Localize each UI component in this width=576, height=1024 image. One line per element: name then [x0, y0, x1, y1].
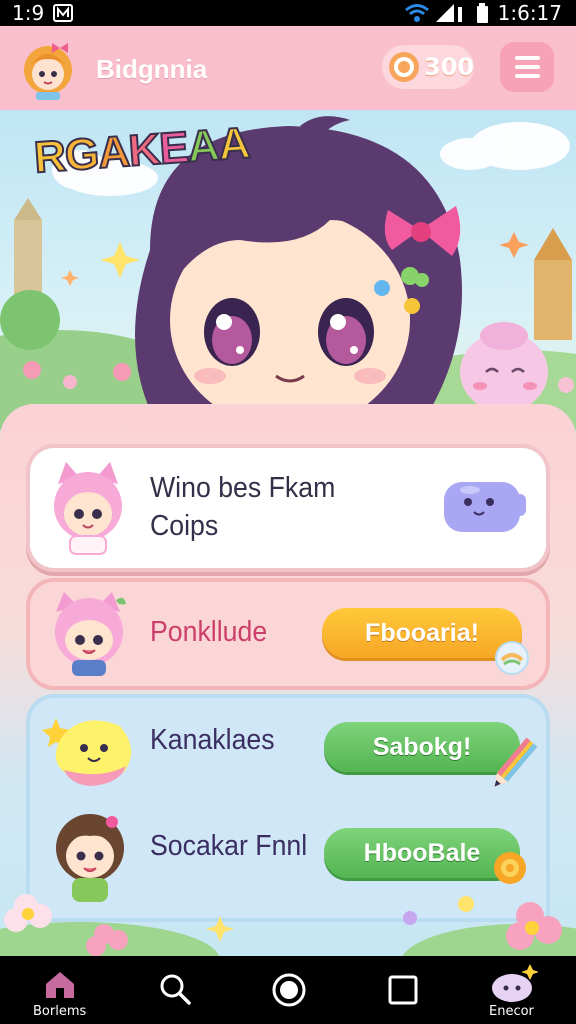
fbooaria-button[interactable]: Fbooaria! [322, 608, 522, 658]
hamburger-icon [515, 56, 540, 60]
card-intro-title: Wino bes Fkam [150, 472, 336, 504]
square-recents-icon [388, 975, 418, 1005]
list-item-kanaklaes[interactable]: Kanaklaes Sabokg! [30, 698, 546, 802]
status-clock: 1:6:17 [497, 1, 562, 25]
list-item-kanaklaes-title: Kanaklaes [150, 724, 275, 756]
hero-banner: RGAKEAA [0, 110, 576, 430]
avatar[interactable] [16, 36, 80, 100]
card-ponkllude-title: Ponkllude [150, 616, 268, 648]
wifi-icon [405, 4, 429, 22]
nav-profile-label: Enecor [489, 1004, 534, 1019]
globe-badge-icon [495, 641, 529, 675]
hero-title-letter: R [32, 130, 68, 183]
star-icon [100, 242, 140, 278]
status-bar: 1:9 1:6:17 [0, 0, 576, 26]
coin-icon [389, 52, 419, 82]
nav-home-button[interactable] [264, 956, 314, 1024]
list-item-socakar-title: Socakar Fnnl [150, 830, 308, 862]
card-intro[interactable]: Wino bes Fkam Coips [30, 448, 546, 568]
pencil-icon [494, 737, 538, 787]
search-icon [160, 974, 191, 1005]
app-header: Bidgnnia 300 [0, 26, 576, 110]
coin-count: 300 [424, 53, 475, 81]
hero-title-letter: A [185, 120, 221, 173]
battery-icon [477, 3, 488, 23]
coin-counter[interactable]: 300 [382, 45, 474, 89]
cloud-right [440, 122, 570, 170]
nav-profile[interactable]: Enecor [484, 956, 544, 1024]
hero-title-letter: A [95, 126, 131, 179]
hero-title-letter: G [62, 128, 101, 181]
home-icon [46, 972, 74, 998]
hero-title-letter: K [126, 124, 162, 177]
cat-girl-avatar [54, 462, 122, 555]
mascot-profile-icon [492, 964, 538, 1002]
flower-decoration [0, 894, 576, 956]
yellow-blob-icon [42, 718, 132, 786]
hero-title-letter: E [157, 122, 191, 175]
notification-icon [53, 4, 73, 22]
nav-recents[interactable] [378, 956, 428, 1024]
tower-right [534, 260, 572, 340]
bottom-nav: Borlems Enecor [0, 956, 576, 1024]
gamepad-icon[interactable] [440, 472, 530, 540]
nav-search[interactable] [150, 956, 200, 1024]
signal-icon [436, 4, 462, 22]
hero-title-letter: A [216, 118, 252, 171]
card-intro-subtitle: Coips [150, 510, 219, 542]
menu-button[interactable] [500, 42, 554, 92]
nav-home-label: Borlems [33, 1004, 87, 1019]
circle-home-icon [272, 973, 306, 1007]
status-time: 1:9 [12, 1, 45, 25]
nav-home[interactable]: Borlems [30, 956, 90, 1024]
card-ponkllude[interactable]: Ponkllude Fbooaria! [30, 582, 546, 686]
content-panel: Wino bes Fkam Coips Ponkllude Fbooaria! [0, 404, 576, 956]
app-title: Bidgnnia [96, 54, 208, 84]
cat-girl-pink-avatar [55, 592, 126, 676]
